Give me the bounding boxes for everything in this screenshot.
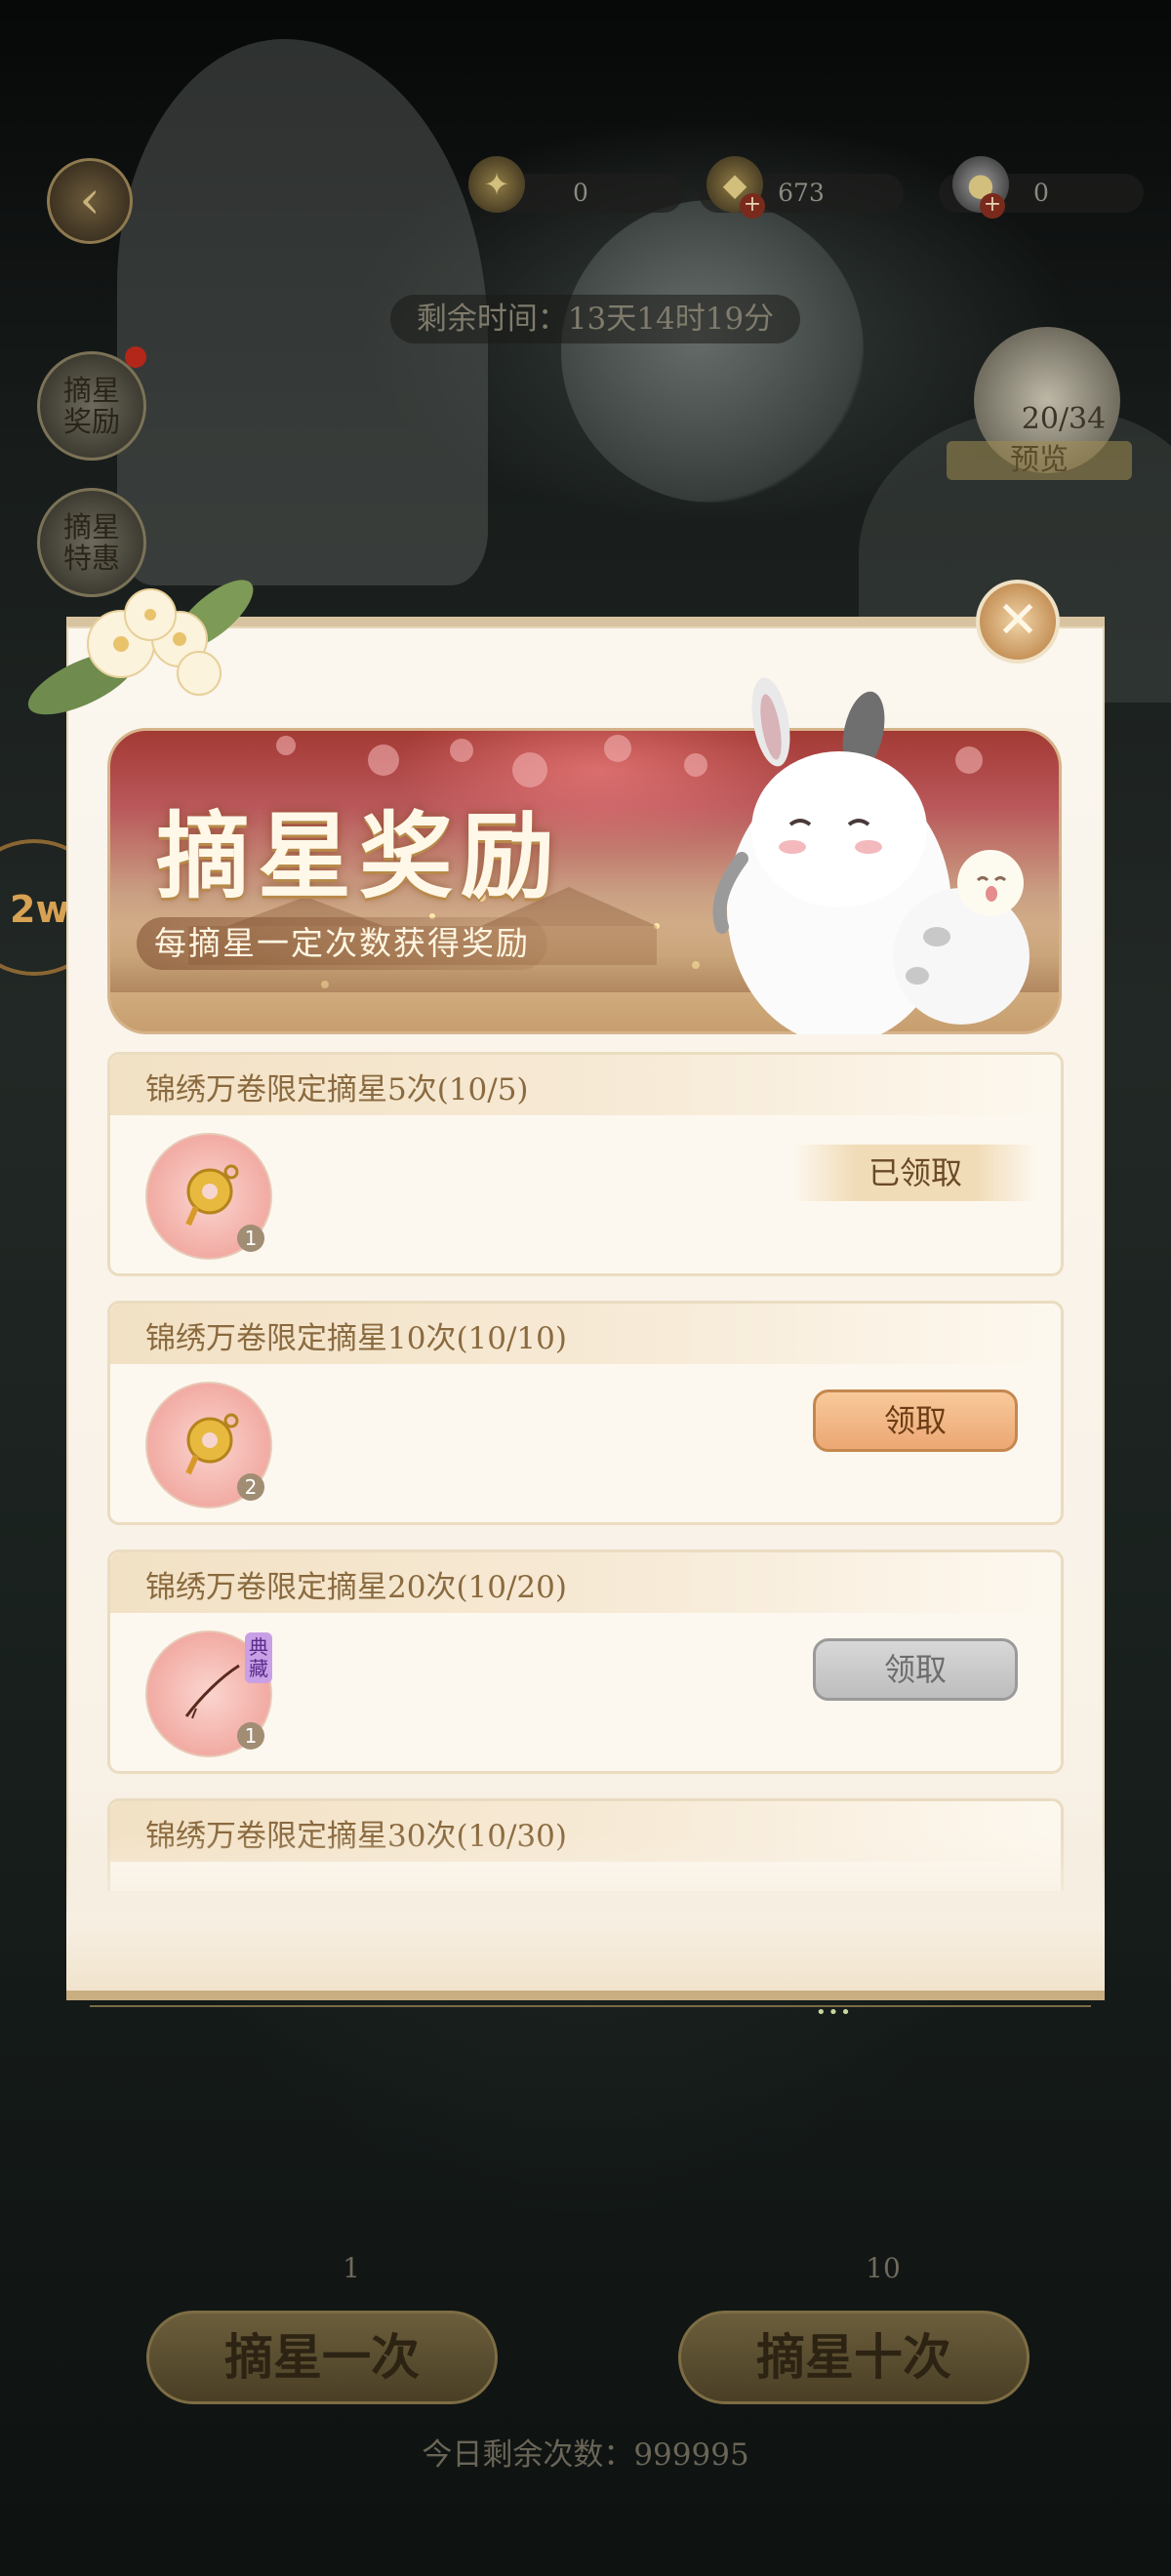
flower-decoration [27,580,254,715]
reward-title: 锦绣万卷限定摘星5次(10/5) [145,1072,529,1107]
draw-ten-button[interactable]: 摘星十次 [678,2311,1030,2404]
list-fade-overlay [66,1834,1105,1991]
back-button[interactable]: ‹ [47,158,133,244]
collection-tag: 典藏 [245,1632,272,1683]
remaining-time: 剩余时间：13天14时19分 [390,295,800,343]
side-button-label: 摘星奖励 [62,374,120,438]
rabbit-mascot-icon [712,677,1030,1034]
preview-button[interactable]: 预览 [947,441,1132,480]
jade-pendant-icon [185,1164,239,1227]
preview-count: 20/34 [1021,402,1107,436]
modal-subtitle: 每摘星一定次数获得奖励 [137,917,547,970]
draw-once-button[interactable]: 摘星一次 [146,2311,498,2404]
reward-item[interactable]: 1 [145,1133,272,1260]
item-quantity: 1 [237,1722,264,1750]
single-draw-cost: 1 [343,2252,360,2284]
side-button-label: 摘星特惠 [62,510,120,575]
reward-row: 锦绣万卷限定摘星20次(10/20) 1 典藏 领取 [107,1550,1064,1774]
claimed-status: 已领取 [793,1145,1037,1201]
modal-title: 摘星奖励 [156,801,562,911]
jade-pendant-icon [185,1413,239,1475]
claim-button[interactable]: 领取 [813,1389,1018,1452]
more-indicator: ••• [816,2002,853,2023]
reward-title: 锦绣万卷限定摘星10次(10/10) [145,1321,567,1356]
reward-title: 锦绣万卷限定摘星20次(10/20) [145,1570,567,1605]
reward-list[interactable]: 锦绣万卷限定摘星5次(10/5) 1 已领取 锦绣万卷限定摘星10次(10/10… [107,1052,1064,1891]
claim-button-disabled[interactable]: 领取 [813,1638,1018,1701]
back-arrow-icon: ‹ [79,169,101,230]
notification-dot [125,346,146,368]
modal-frame-line [90,2005,1091,2007]
close-button[interactable]: ✕ [976,580,1060,664]
close-icon: ✕ [996,591,1039,650]
pick-token-icon: ✦ [468,156,525,213]
item-quantity: 2 [237,1473,264,1501]
add-gold-icon[interactable]: + [740,193,765,219]
star-reward-side-button[interactable]: 摘星奖励 [37,351,146,461]
reward-row: 锦绣万卷限定摘星10次(10/10) 2 领取 [107,1301,1064,1525]
hairpin-icon [184,1664,240,1719]
item-quantity: 1 [237,1225,264,1252]
daily-remaining-count: 今日剩余次数：999995 [422,2437,749,2473]
add-pearl-icon[interactable]: + [980,193,1005,219]
reward-row: 锦绣万卷限定摘星5次(10/5) 1 已领取 [107,1052,1064,1276]
reward-item[interactable]: 2 [145,1382,272,1509]
ten-draw-cost: 10 [866,2252,901,2284]
